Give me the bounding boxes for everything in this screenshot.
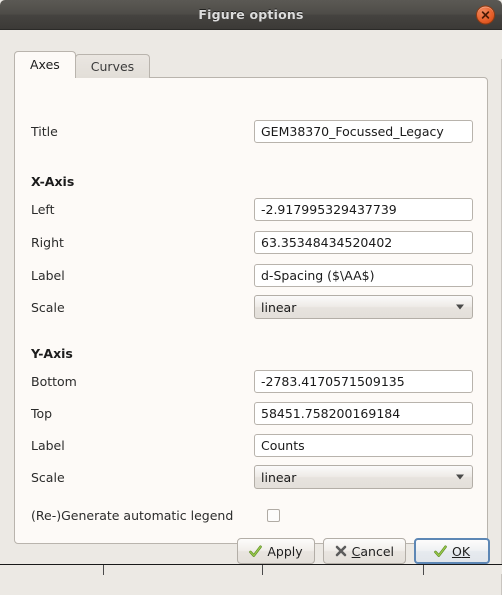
- x-label-input[interactable]: [254, 263, 473, 287]
- title-field-wrap: [254, 119, 473, 143]
- y-bottom-label: Bottom: [31, 373, 77, 389]
- row-y-bottom: Bottom: [15, 369, 487, 393]
- legend-label: (Re-)Generate automatic legend: [31, 507, 234, 523]
- x-left-input[interactable]: [254, 197, 473, 221]
- cross-icon: [335, 545, 346, 557]
- title-bar: Figure options: [0, 0, 502, 30]
- row-x-right: Right: [15, 230, 487, 254]
- cancel-button-label: Cancel: [351, 543, 394, 559]
- row-y-scale: Scale linear: [15, 465, 487, 489]
- tab-axes[interactable]: Axes: [14, 51, 76, 78]
- y-bottom-field-wrap: [254, 369, 473, 393]
- x-right-field-wrap: [254, 230, 473, 254]
- ok-button-label: OK: [451, 543, 471, 559]
- cancel-button[interactable]: Cancel: [322, 538, 406, 564]
- tab-axes-label: Axes: [30, 57, 60, 72]
- title-label: Title: [31, 123, 58, 139]
- row-title: Title: [15, 119, 487, 143]
- x-scale-field-wrap: linear: [254, 295, 473, 319]
- y-scale-select[interactable]: linear: [254, 465, 473, 489]
- section-y-axis: Y-Axis: [15, 341, 487, 365]
- y-scale-value: linear: [261, 469, 297, 485]
- y-bottom-input[interactable]: [254, 369, 473, 393]
- dialog-button-bar: Apply Cancel OK: [237, 538, 490, 564]
- tab-bar: Axes Curves: [14, 51, 151, 78]
- y-label-label: Label: [31, 437, 65, 453]
- check-icon: [434, 545, 447, 557]
- row-y-top: Top: [15, 401, 487, 425]
- row-y-label: Label: [15, 433, 487, 457]
- x-axis-heading: X-Axis: [31, 173, 75, 189]
- x-label-label: Label: [31, 267, 65, 283]
- window-title: Figure options: [198, 7, 304, 22]
- x-right-input[interactable]: [254, 230, 473, 254]
- section-x-axis: X-Axis: [15, 169, 487, 193]
- close-icon[interactable]: [476, 5, 495, 24]
- tab-curves[interactable]: Curves: [74, 54, 151, 78]
- row-x-scale: Scale linear: [15, 295, 487, 319]
- x-scale-select[interactable]: linear: [254, 295, 473, 319]
- apply-button-label: Apply: [267, 543, 303, 559]
- y-label-field-wrap: [254, 433, 473, 457]
- chevron-down-icon: [456, 474, 464, 480]
- x-scale-label: Scale: [31, 299, 65, 315]
- chevron-down-icon: [456, 304, 464, 310]
- y-label-input[interactable]: [254, 433, 473, 457]
- x-right-label: Right: [31, 234, 64, 250]
- axes-panel: Title X-Axis Left Right: [14, 77, 488, 544]
- x-label-field-wrap: [254, 263, 473, 287]
- legend-checkbox[interactable]: [267, 508, 280, 522]
- y-scale-label: Scale: [31, 469, 65, 485]
- tab-curves-label: Curves: [90, 59, 135, 74]
- dialog-content: Axes Curves Title X-Axis Left: [0, 30, 502, 595]
- x-left-label: Left: [31, 201, 55, 217]
- ok-button[interactable]: OK: [414, 538, 490, 564]
- check-icon: [249, 545, 263, 557]
- apply-button[interactable]: Apply: [237, 538, 315, 564]
- x-left-field-wrap: [254, 197, 473, 221]
- background-window-statusbar: [0, 564, 502, 575]
- y-top-label: Top: [31, 405, 53, 421]
- y-top-input[interactable]: [254, 401, 473, 425]
- row-legend: (Re-)Generate automatic legend: [15, 503, 487, 527]
- y-top-field-wrap: [254, 401, 473, 425]
- title-input[interactable]: [254, 119, 473, 143]
- x-scale-value: linear: [261, 299, 297, 315]
- row-x-label: Label: [15, 263, 487, 287]
- figure-options-dialog: Figure options Axes Curves Title GEM3837…: [0, 0, 502, 595]
- y-axis-heading: Y-Axis: [31, 345, 73, 361]
- row-x-left: Left: [15, 197, 487, 221]
- y-scale-field-wrap: linear: [254, 465, 473, 489]
